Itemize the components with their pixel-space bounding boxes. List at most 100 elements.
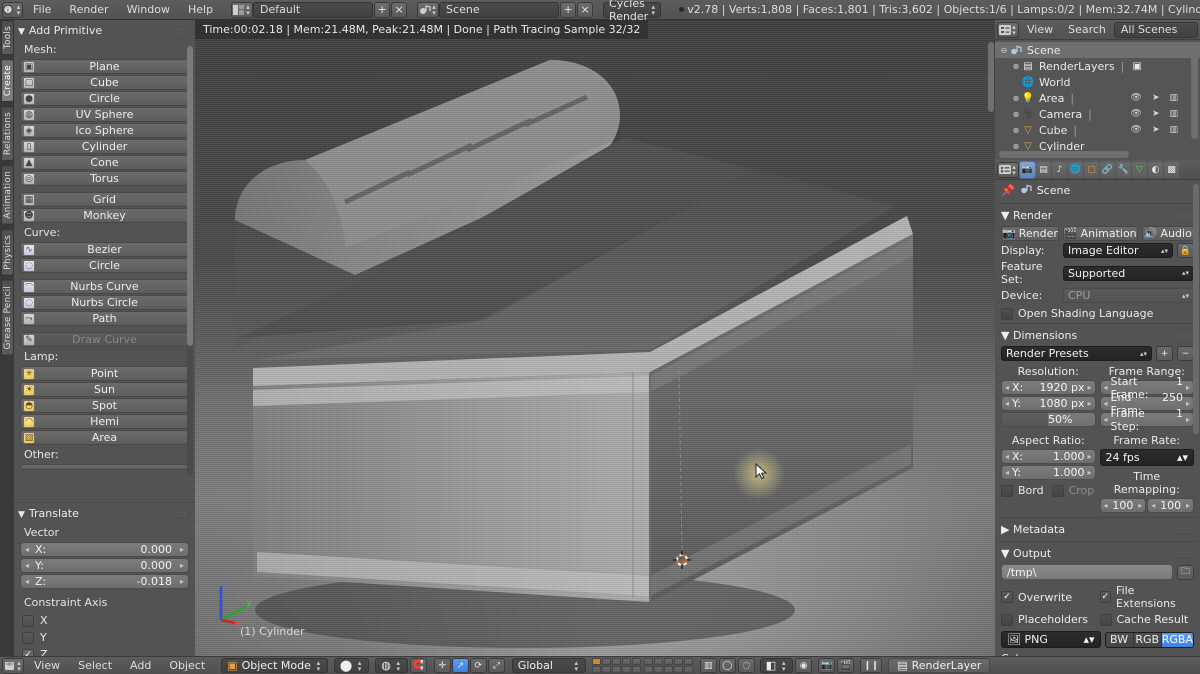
properties-tab-world[interactable]: 🌐 [1068, 161, 1083, 178]
outliner-row-renderlayers[interactable]: ⊕ ▤ RenderLayers | ▣ [995, 58, 1200, 74]
expander-icon[interactable]: ⊕ [1011, 110, 1021, 119]
render-animation-button[interactable]: 🎬 Animation [1062, 226, 1138, 241]
toolshelf-tab-relations[interactable]: Relations [1, 106, 14, 162]
increment-arrow-icon[interactable]: ▸ [1138, 501, 1142, 510]
aspect-x-field[interactable]: ◂ X: 1.000 ▸ [1001, 449, 1096, 464]
editor-type-spinner[interactable]: ▴ ▾ [15, 3, 22, 16]
outliner-menu-view[interactable]: View [1020, 23, 1060, 36]
layer-cell-14[interactable] [621, 666, 631, 673]
properties-tab-constraints[interactable]: 🔗 [1100, 161, 1115, 178]
spinner-icon[interactable]: ▴▾ [315, 659, 322, 672]
cursor-arrow-icon[interactable]: ➤ [1152, 125, 1160, 135]
increment-arrow-icon[interactable]: ▸ [1087, 452, 1091, 461]
pause-icon[interactable]: ❙❙ [860, 658, 883, 673]
outliner-row-camera[interactable]: ⊕ 🎥 Camera | 👁 ➤ ▥ [995, 106, 1200, 122]
layer-cell-1[interactable] [591, 658, 601, 665]
add-curve-bezier-button[interactable]: ∿ Bezier [20, 242, 189, 257]
viewport-menu-object[interactable]: Object [161, 659, 213, 672]
cursor-arrow-icon[interactable]: ➤ [1152, 93, 1160, 103]
view3d-editor-icon[interactable]: ▴ ▾ [2, 657, 24, 674]
add-mesh-circle-button[interactable]: ● Circle [20, 91, 189, 106]
frame-step-field[interactable]: ◂ Frame Step: 1 ▸ [1099, 407, 1194, 433]
osl-row[interactable]: Open Shading Language [995, 304, 1200, 321]
add-mesh-plane-button[interactable]: ▣ Plane [20, 59, 189, 74]
toolshelf-tab-create[interactable]: Create [1, 59, 14, 103]
time-remap-old-field[interactable]: ◂ 100 ▸ [1099, 498, 1147, 513]
add-mesh-monkey-button[interactable]: ☻ Monkey [20, 208, 189, 223]
proportional-falloff-icon[interactable]: ◌ [737, 658, 755, 673]
outliner-horizontal-scrollbar[interactable] [999, 151, 1129, 158]
scene-spinner[interactable]: ▴ ▾ [431, 3, 438, 16]
eye-icon[interactable]: 👁 [1131, 93, 1142, 103]
checkbox-checked-icon[interactable]: ✓ [22, 648, 34, 656]
render-section-header[interactable]: ▼ Render :::: [995, 206, 1200, 225]
add-primitive-panel-header[interactable]: ▼ Add Primitive :::: [14, 20, 195, 41]
viewport-scrollbar[interactable] [988, 42, 994, 112]
properties-editor-spinner[interactable]: ▴ ▾ [1011, 163, 1018, 176]
spinner-icon[interactable]: ▴▾ [395, 659, 402, 672]
layer-cell-4[interactable] [621, 658, 631, 665]
eye-icon[interactable]: 👁 [1131, 109, 1142, 119]
spinner-icon[interactable]: ▴▾ [1182, 292, 1189, 299]
scene-icon[interactable]: ▴ ▾ [417, 1, 440, 18]
preset-remove-button[interactable]: − [1177, 346, 1194, 361]
renderlayer-data-icon[interactable]: ▣ [1130, 60, 1144, 73]
properties-tab-data[interactable]: ▽ [1132, 161, 1147, 178]
increment-arrow-icon[interactable]: ▸ [1087, 399, 1091, 408]
properties-tab-object[interactable]: ▢ [1084, 161, 1099, 178]
add-other-button[interactable] [20, 464, 189, 470]
viewport-shading-selector[interactable]: ⬤ ▴ ▾ [333, 658, 370, 673]
spinner-icon[interactable]: ▴▾ [1182, 270, 1189, 277]
resolution-y-field[interactable]: ◂ Y: 1080 px ▸ [1001, 396, 1096, 411]
toolshelf-tab-physics[interactable]: Physics [1, 229, 14, 276]
layer-cell-5[interactable] [631, 658, 641, 665]
layer-cell-16[interactable] [643, 666, 653, 673]
checkbox-checked-icon[interactable]: ✓ [1001, 591, 1013, 603]
feature-set-dropdown[interactable]: Supported ▴▾ [1063, 265, 1194, 281]
properties-scrollbar[interactable] [1193, 184, 1199, 434]
outliner-row-scene[interactable]: ⊖ Scene [995, 42, 1200, 58]
transform-orientation-selector[interactable]: Global ▴ ▾ [511, 658, 586, 673]
render-engine-selector[interactable]: Cycles Render ▴ ▾ [603, 0, 662, 23]
overlay-icon[interactable]: ◉ [795, 658, 813, 673]
color-mode-rgba-button[interactable]: RGBA [1161, 632, 1193, 647]
toolshelf-tab-tools[interactable]: Tools [1, 20, 14, 56]
viewport-menu-view[interactable]: View [26, 659, 68, 672]
render-animation-icon[interactable]: 🎬 [837, 658, 855, 673]
color-mode-rgb-button[interactable]: RGB [1133, 632, 1162, 647]
scene-layers[interactable] [591, 658, 693, 673]
menu-window[interactable]: Window [119, 3, 178, 16]
aspect-y-field[interactable]: ◂ Y: 1.000 ▸ [1001, 465, 1096, 480]
toolshelf-tab-animation[interactable]: Animation [1, 165, 14, 226]
layer-cell-17[interactable] [653, 666, 663, 673]
eye-icon[interactable]: 👁 [1131, 125, 1142, 135]
increment-arrow-icon[interactable]: ▸ [1186, 399, 1190, 408]
overwrite-checkbox[interactable]: ✓ Overwrite [1001, 584, 1096, 610]
scene-field[interactable]: Scene [439, 1, 560, 18]
layer-cell-10[interactable] [683, 658, 693, 665]
magnet-icon[interactable]: 🧲 [409, 658, 427, 673]
add-mesh-cone-button[interactable]: ▲ Cone [20, 155, 189, 170]
checkbox-icon[interactable] [22, 614, 34, 627]
properties-tab-render[interactable]: 📷 [1019, 160, 1036, 179]
layer-cell-3[interactable] [611, 658, 621, 665]
render-image-button[interactable]: 📷 Render [1001, 226, 1059, 241]
expander-icon[interactable]: ⊖ [999, 46, 1009, 55]
layer-cell-8[interactable] [663, 658, 673, 665]
folder-icon[interactable]: 🗀 [1177, 564, 1194, 580]
increment-arrow-icon[interactable]: ▸ [1186, 383, 1190, 392]
color-mode-bw-button[interactable]: BW [1105, 632, 1134, 647]
add-mesh-icosphere-button[interactable]: ◈ Ico Sphere [20, 123, 189, 138]
translate-panel-header[interactable]: ▼ Translate :::: [14, 503, 195, 524]
layer-cell-20[interactable] [683, 666, 693, 673]
outliner-display-mode[interactable]: All Scenes [1113, 21, 1198, 38]
layer-cell-15[interactable] [631, 666, 641, 673]
outliner-row-world[interactable]: 🌐 World [995, 74, 1200, 90]
render-audio-button[interactable]: 🔊 Audio [1141, 226, 1194, 241]
add-curve-circle-button[interactable]: ◌ Circle [20, 258, 189, 273]
translate-y-field[interactable]: ◂ Y: 0.000 ▸ [20, 558, 189, 573]
placeholders-checkbox[interactable]: Placeholders [1001, 613, 1096, 626]
increment-arrow-icon[interactable]: ▸ [180, 545, 184, 554]
cache-result-checkbox[interactable]: Cache Result [1099, 613, 1195, 626]
checkbox-icon[interactable] [1099, 613, 1112, 626]
